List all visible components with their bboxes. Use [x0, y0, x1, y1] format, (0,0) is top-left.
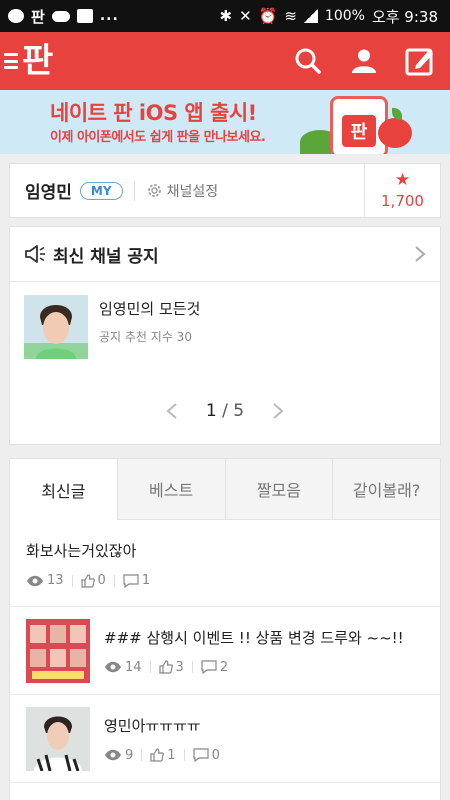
channel-header: 임영민 MY 채널설정 ★ 1,700: [9, 163, 441, 218]
signal-icon: [303, 9, 318, 23]
post-tabs: 최신글 베스트 짤모음 같이볼래?: [10, 459, 440, 520]
comment-icon: [192, 748, 209, 762]
notice-header[interactable]: 최신 채널 공지: [10, 227, 440, 282]
battery-level: 100%: [324, 8, 365, 24]
thumbs-up-icon: [158, 660, 173, 674]
post-stats: 9 1 0: [104, 748, 220, 763]
more-notifications: ...: [99, 8, 119, 24]
tab-latest[interactable]: 최신글: [10, 459, 117, 520]
cloud-icon: [51, 10, 70, 22]
page-total: 5: [233, 401, 245, 421]
post-title: ### 삼행시 이벤트 !! 상품 변경 드루와 ~~!!: [104, 628, 404, 647]
notice-post-meta: 공지 추천 지수 30: [99, 330, 192, 344]
banner-subtitle: 이제 아이폰에서도 쉽게 판을 만나보세요.: [50, 130, 266, 145]
my-badge: MY: [79, 181, 123, 200]
like-count: 1: [167, 747, 176, 763]
search-icon: [295, 48, 321, 74]
list-item[interactable]: 영민아ㅠㅠㅠㅠ 9 1 0: [10, 695, 440, 783]
comment-count: 0: [211, 747, 220, 763]
image-icon: [76, 9, 93, 23]
ios-app-banner[interactable]: 네이트 판 iOS 앱 출시! 이제 아이폰에서도 쉽게 판을 만나보세요. 판: [0, 90, 450, 154]
banner-title: 네이트 판 iOS 앱 출시!: [50, 101, 257, 125]
status-bar: 판 ... ✱ ✕ ⏰ ≋ 100% 오후 9:38: [0, 0, 450, 32]
notice-card: 최신 채널 공지 임영민의 모든것 공지 추천 지수 30 1 / 5: [9, 226, 441, 445]
list-item[interactable]: 화보사는거있잖아 13 0 1: [10, 520, 440, 607]
page-current: 1: [205, 401, 217, 421]
eye-icon: [27, 575, 43, 586]
like-count: 3: [175, 659, 184, 675]
notice-post[interactable]: 임영민의 모든것 공지 추천 지수 30: [10, 282, 440, 359]
write-icon: [405, 48, 433, 76]
divider: [133, 180, 135, 201]
view-count: 9: [125, 747, 134, 763]
eye-icon: [105, 661, 121, 673]
logo[interactable]: 판: [22, 44, 53, 78]
list-item[interactable]: ### 삼행시 이벤트 !! 상품 변경 드루와 ~~!! 14 3 2: [10, 607, 440, 695]
post-thumbnail: [26, 618, 90, 683]
alarm-icon: ⏰: [258, 7, 278, 25]
mute-icon: ✕: [239, 7, 252, 25]
app-notification-icon: [8, 9, 24, 23]
comment-icon: [201, 660, 217, 674]
post-title: 영민아ㅠㅠㅠㅠ: [104, 716, 201, 735]
notice-pager: 1 / 5: [10, 401, 440, 421]
posts-card: 최신글 베스트 짤모음 같이볼래? 화보사는거있잖아 13 0 1 ### 삼행…: [9, 458, 441, 800]
divider: [71, 574, 73, 587]
pan-notification-label: 판: [31, 7, 45, 26]
divider: [113, 574, 115, 587]
tab-watch-together[interactable]: 같이볼래?: [332, 459, 440, 520]
chevron-right-icon[interactable]: [272, 402, 284, 420]
notice-title: 최신 채널 공지: [53, 246, 159, 267]
clock: 오후 9:38: [371, 7, 438, 26]
phone-pan-label: 판: [342, 115, 376, 147]
divider: [149, 661, 151, 673]
divider: [141, 749, 143, 761]
divider: [191, 661, 193, 673]
write-button[interactable]: [404, 45, 436, 77]
post-stats: 13 0 1: [26, 573, 440, 588]
eye-icon: [105, 749, 121, 761]
like-count: 0: [97, 573, 106, 588]
divider: [183, 749, 185, 761]
channel-score-value: 1,700: [381, 191, 424, 210]
post-thumbnail: [26, 706, 90, 771]
thumbs-up-icon: [150, 748, 165, 762]
view-count: 13: [47, 573, 64, 588]
star-icon: ★: [394, 169, 411, 190]
post-title: 화보사는거있잖아: [26, 542, 137, 560]
comment-icon: [123, 573, 139, 588]
chevron-left-icon[interactable]: [166, 402, 178, 420]
bluetooth-icon: ✱: [219, 7, 233, 25]
app-bar: 판: [0, 32, 450, 90]
comment-count: 2: [219, 659, 229, 675]
tab-best[interactable]: 베스트: [116, 459, 225, 520]
gear-icon[interactable]: [146, 182, 163, 199]
menu-icon[interactable]: [4, 53, 18, 69]
view-count: 14: [125, 659, 142, 675]
profile-icon: [352, 49, 376, 73]
chevron-right-icon[interactable]: [414, 245, 426, 263]
post-stats: 14 3 2: [104, 660, 404, 675]
comment-count: 1: [141, 573, 151, 588]
channel-score[interactable]: ★ 1,700: [364, 164, 440, 217]
tab-pics[interactable]: 짤모음: [224, 459, 333, 520]
thumbs-up-icon: [80, 573, 95, 588]
profile-button[interactable]: [348, 45, 380, 77]
channel-name[interactable]: 임영민: [25, 178, 72, 203]
apple-illustration: [378, 118, 412, 148]
search-button[interactable]: [292, 45, 324, 77]
notice-thumbnail: [24, 295, 88, 359]
channel-settings-link[interactable]: 채널설정: [167, 181, 219, 201]
wifi-icon: ≋: [284, 7, 297, 25]
notice-post-title: 임영민의 모든것: [99, 300, 201, 318]
page-indicator: 1 / 5: [206, 401, 244, 421]
page-separator: /: [222, 401, 228, 421]
megaphone-icon: [25, 245, 45, 263]
